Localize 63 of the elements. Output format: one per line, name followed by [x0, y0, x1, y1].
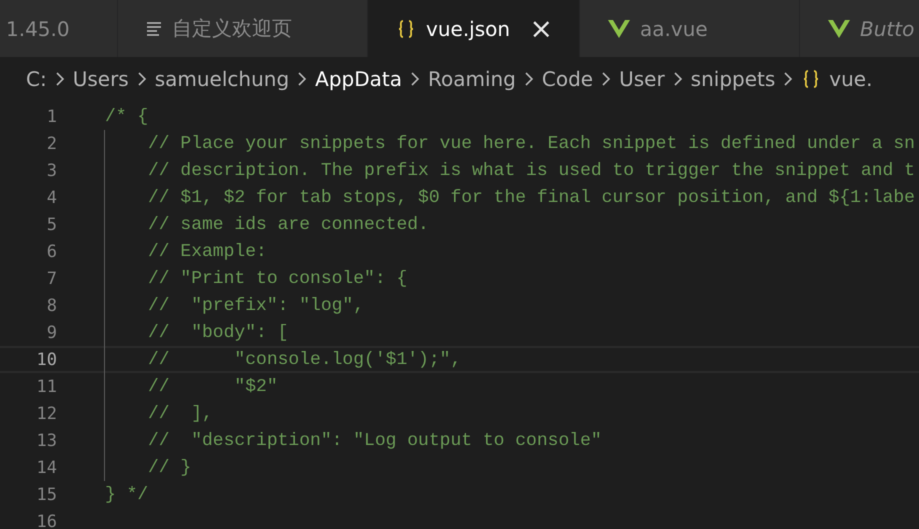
editor-tab[interactable]: vue.json ×: [368, 0, 580, 57]
code-line: // ],: [104, 400, 213, 427]
tab-label: Butto: [860, 16, 914, 40]
line-number: 9: [46, 322, 57, 342]
breadcrumb-item[interactable]: AppData: [315, 67, 402, 91]
line-number: 5: [46, 214, 57, 234]
line-number: 10: [36, 350, 57, 370]
chevron-icon: [783, 71, 794, 87]
chevron-icon: [410, 71, 420, 87]
chevron-icon: [297, 71, 308, 87]
chevron-icon: [601, 71, 612, 87]
chevron-icon: [672, 71, 683, 87]
line-number: 6: [46, 242, 57, 262]
code-line: // description. The prefix is what is used to trigger the snippet and t: [104, 157, 915, 184]
code-line: // "$2": [104, 373, 278, 400]
code-line: // "console.log('$1');",: [104, 346, 462, 373]
chevron-icon: [524, 71, 534, 87]
code-line: // "Print to console": {: [104, 265, 408, 292]
tab-label: vue.json: [426, 16, 510, 40]
breadcrumb-item[interactable]: snippets: [690, 67, 776, 91]
braces-icon: [396, 18, 416, 38]
breadcrumb-item[interactable]: C:: [26, 67, 47, 91]
v-logo-icon: [608, 18, 630, 38]
line-number: 15: [36, 484, 57, 504]
code-line: // "description": "Log output to console": [104, 427, 602, 454]
breadcrumb-item[interactable]: vue.: [829, 67, 872, 91]
line-number: 3: [46, 160, 57, 180]
breadcrumb-item[interactable]: Roaming: [428, 67, 516, 91]
v-logo-icon: [828, 18, 850, 38]
code-line: // same ids are connected.: [104, 211, 429, 238]
editor-tab[interactable]: 1.45.0: [0, 0, 118, 57]
line-number: 1: [46, 106, 57, 126]
line-number: 7: [46, 268, 57, 288]
line-number: 16: [36, 512, 57, 529]
line-number: 4: [46, 188, 57, 208]
code-line: // }: [104, 454, 192, 481]
close-button[interactable]: ×: [530, 14, 553, 42]
chevron-icon: [54, 71, 65, 87]
lines-icon: [146, 20, 162, 36]
editor-tab[interactable]: Butto: [800, 0, 919, 57]
line-number: 14: [36, 458, 57, 478]
tab-label: aa.vue: [640, 16, 708, 40]
breadcrumb-item[interactable]: samuelchung: [154, 67, 290, 91]
code-line: // "body": [: [104, 319, 288, 346]
code-line: /* {: [104, 106, 148, 128]
line-number: 2: [46, 134, 57, 154]
code-line: // Place your snippets for vue here. Each snippet is defined under a sn: [104, 130, 915, 157]
editor-tab[interactable]: 自定义欢迎页: [118, 0, 368, 57]
chevron-icon: [136, 71, 147, 87]
code-line: // Example:: [104, 238, 267, 265]
line-number: 13: [36, 430, 57, 450]
breadcrumb-item[interactable]: Users: [72, 67, 129, 91]
tab-label: 自定义欢迎页: [172, 15, 292, 42]
breadcrumb-item[interactable]: Code: [542, 67, 594, 91]
breadcrumb-item[interactable]: User: [619, 67, 665, 91]
code-line: // "prefix": "log",: [104, 292, 364, 319]
code-line: // $1, $2 for tab stops, $0 for the final cursor position, and ${1:labe: [104, 184, 915, 211]
line-number: 12: [36, 404, 57, 424]
editor-tab[interactable]: aa.vue: [580, 0, 800, 57]
tab-label: 1.45.0: [6, 16, 70, 40]
code-line: } */: [104, 484, 148, 506]
line-number: 8: [46, 296, 57, 316]
line-number: 11: [36, 376, 57, 396]
